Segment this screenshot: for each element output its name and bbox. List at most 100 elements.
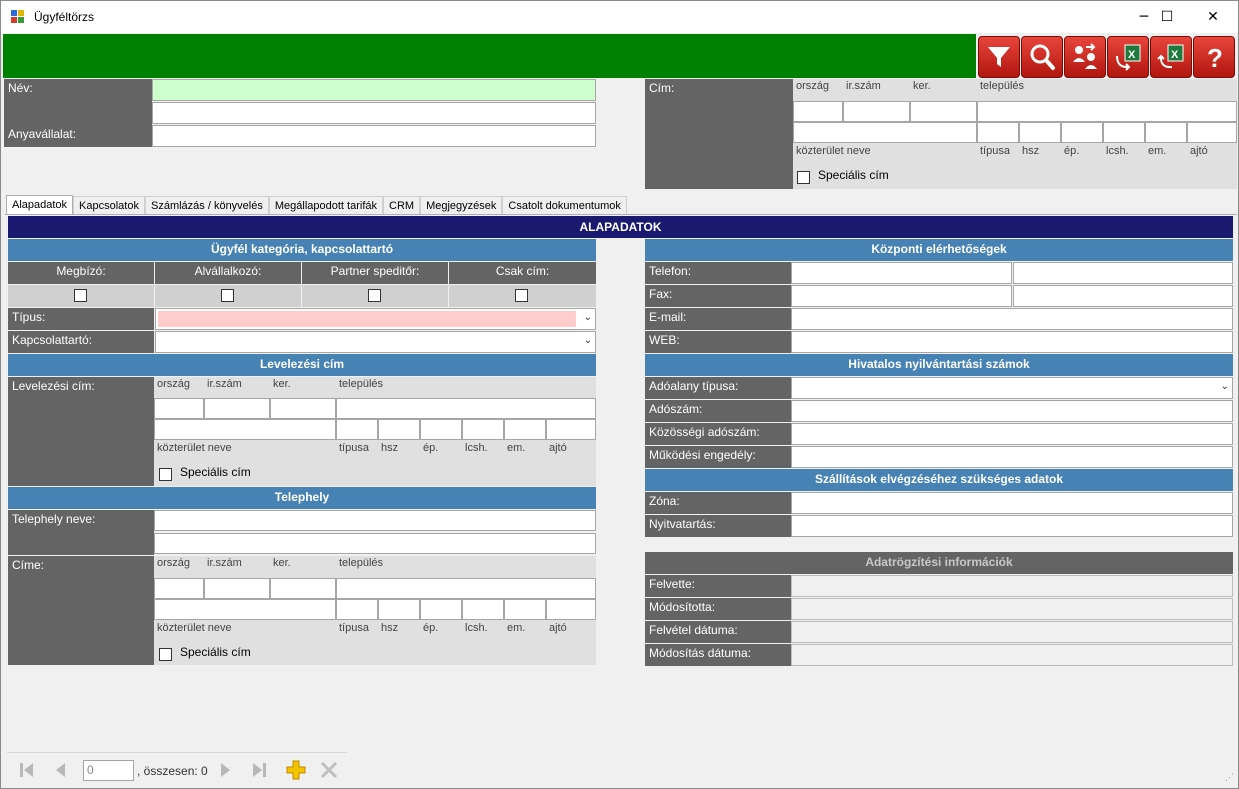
zone-input[interactable] <box>791 492 1233 514</box>
tax-number-label: Adószám: <box>645 400 791 422</box>
mail-street-input[interactable] <box>154 419 336 440</box>
address-only-checkbox[interactable] <box>515 289 528 302</box>
addr-street-input[interactable] <box>793 122 977 143</box>
mail-city-input[interactable] <box>336 398 596 419</box>
fax-label: Fax: <box>645 285 791 307</box>
mail-street-caption: közterület neve <box>157 442 232 454</box>
fax-input-2[interactable] <box>1013 285 1233 307</box>
site-city-input[interactable] <box>336 578 596 599</box>
site-city-caption: település <box>339 557 384 569</box>
name-input-2[interactable] <box>152 102 596 124</box>
addr-country-caption: ország <box>796 80 830 92</box>
name-input[interactable] <box>152 79 596 101</box>
tab-megjegyzesek[interactable]: Megjegyzések <box>420 196 503 215</box>
users-transfer-button[interactable] <box>1064 36 1106 78</box>
tab-crm[interactable]: CRM <box>383 196 421 215</box>
tab-kapcsolatok[interactable]: Kapcsolatok <box>73 196 145 215</box>
site-country-input[interactable] <box>154 578 204 599</box>
site-street-input[interactable] <box>154 599 336 620</box>
site-stair-caption: lcsh. <box>465 622 488 634</box>
addr-stair-input[interactable] <box>1103 122 1145 143</box>
mail-building-input[interactable] <box>420 419 462 440</box>
addr-floor-caption: em. <box>1148 145 1167 157</box>
filter-button[interactable] <box>978 36 1020 78</box>
tab-szamlazas[interactable]: Számlázás / könyvelés <box>144 196 269 215</box>
addr-country-input[interactable] <box>793 101 843 122</box>
mail-stair-input[interactable] <box>462 419 504 440</box>
site-number-input[interactable] <box>378 599 420 620</box>
site-door-input[interactable] <box>546 599 596 620</box>
move-last-button[interactable] <box>248 759 270 781</box>
move-previous-button[interactable] <box>50 759 72 781</box>
search-button[interactable] <box>1021 36 1063 78</box>
site-floor-input[interactable] <box>504 599 546 620</box>
eu-tax-input[interactable] <box>791 423 1233 445</box>
mail-number-input[interactable] <box>378 419 420 440</box>
move-first-button[interactable] <box>16 759 38 781</box>
license-label: Működési engedély: <box>645 446 791 468</box>
addr-zip-input[interactable] <box>843 101 910 122</box>
type-select[interactable]: ⌄ <box>155 308 596 330</box>
delete-button[interactable] <box>318 759 340 781</box>
site-type-input[interactable] <box>336 599 378 620</box>
site-name-input-2[interactable] <box>154 533 596 554</box>
maximize-button[interactable]: ☐ <box>1144 1 1190 33</box>
subcontractor-checkbox[interactable] <box>221 289 234 302</box>
move-next-button[interactable] <box>214 759 236 781</box>
tab-tarifak[interactable]: Megállapodott tarifák <box>268 196 383 215</box>
addr-type-input[interactable] <box>977 122 1019 143</box>
add-new-button[interactable] <box>285 759 307 781</box>
position-input[interactable]: 0 <box>83 760 134 781</box>
modified-date-label: Módosítás dátuma: <box>645 644 791 666</box>
mail-zip-input[interactable] <box>204 398 270 419</box>
excel-export-button[interactable]: X <box>1150 36 1192 78</box>
site-building-input[interactable] <box>420 599 462 620</box>
client-checkbox[interactable] <box>74 289 87 302</box>
mail-district-input[interactable] <box>270 398 336 419</box>
help-button[interactable]: ? <box>1193 36 1235 78</box>
mail-door-input[interactable] <box>546 419 596 440</box>
site-name-input[interactable] <box>154 510 596 531</box>
eu-tax-label: Közösségi adószám: <box>645 423 791 445</box>
email-label: E-mail: <box>645 308 791 330</box>
mail-type-input[interactable] <box>336 419 378 440</box>
partner-checkbox[interactable] <box>368 289 381 302</box>
site-special-checkbox[interactable] <box>159 648 172 661</box>
parent-company-input[interactable] <box>152 125 596 147</box>
special-address-checkbox[interactable] <box>797 171 810 184</box>
mail-country-input[interactable] <box>154 398 204 419</box>
addr-number-input[interactable] <box>1019 122 1061 143</box>
close-button[interactable]: ✕ <box>1190 1 1236 33</box>
mail-floor-input[interactable] <box>504 419 546 440</box>
mail-special-label: Speciális cím <box>180 465 251 479</box>
site-district-input[interactable] <box>270 578 336 599</box>
modified-by-field <box>791 598 1233 620</box>
tax-number-input[interactable] <box>791 400 1233 422</box>
taxpayer-type-select[interactable]: ⌄ <box>791 377 1233 399</box>
category-header: Ügyfél kategória, kapcsolattartó <box>8 239 596 261</box>
fax-input-1[interactable] <box>791 285 1012 307</box>
phone-input-2[interactable] <box>1013 262 1233 284</box>
phone-input-1[interactable] <box>791 262 1012 284</box>
mail-special-checkbox[interactable] <box>159 468 172 481</box>
license-input[interactable] <box>791 446 1233 468</box>
site-stair-input[interactable] <box>462 599 504 620</box>
web-label: WEB: <box>645 331 791 353</box>
web-input[interactable] <box>791 331 1233 353</box>
addr-district-caption: ker. <box>913 80 931 92</box>
tab-alapadatok[interactable]: Alapadatok <box>6 195 74 215</box>
modified-date-field <box>791 644 1233 666</box>
resize-grip-icon[interactable]: ⋰ <box>1225 773 1237 787</box>
site-zip-input[interactable] <box>204 578 270 599</box>
excel-import-button[interactable]: X <box>1107 36 1149 78</box>
email-input[interactable] <box>791 308 1233 330</box>
addr-building-input[interactable] <box>1061 122 1103 143</box>
tab-dokumentumok[interactable]: Csatolt dokumentumok <box>502 196 627 215</box>
addr-district-input[interactable] <box>910 101 977 122</box>
addr-door-input[interactable] <box>1187 122 1237 143</box>
site-building-caption: ép. <box>423 622 439 634</box>
addr-floor-input[interactable] <box>1145 122 1187 143</box>
addr-city-input[interactable] <box>977 101 1237 122</box>
contact-select[interactable]: ⌄ <box>155 331 596 353</box>
opening-hours-input[interactable] <box>791 515 1233 537</box>
